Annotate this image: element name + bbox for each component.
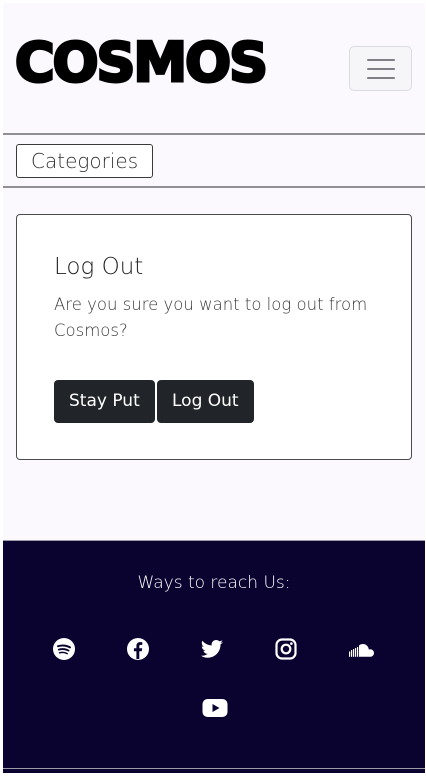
divider: [3, 768, 425, 769]
divider: [3, 186, 425, 188]
youtube-icon[interactable]: [202, 698, 228, 718]
menu-toggle-button[interactable]: [349, 46, 412, 91]
header: COSMOS: [3, 3, 425, 133]
categories-bar: Categories: [3, 135, 425, 187]
card-title: Log Out: [54, 254, 144, 280]
twitter-icon[interactable]: [200, 637, 224, 661]
card-message: Are you sure you want to log out from Co…: [54, 295, 368, 340]
soundcloud-icon[interactable]: [346, 637, 378, 661]
site-logo[interactable]: COSMOS: [14, 31, 270, 94]
logout-card: Log Out Are you sure you want to log out…: [16, 214, 412, 460]
page: COSMOS Categories Log Out Are you sure y…: [3, 3, 425, 773]
stay-put-button[interactable]: Stay Put: [54, 380, 155, 423]
spotify-icon[interactable]: [52, 637, 76, 661]
log-out-button[interactable]: Log Out: [157, 380, 254, 423]
instagram-icon[interactable]: [274, 637, 298, 661]
hamburger-icon: [366, 76, 395, 79]
facebook-icon[interactable]: [126, 637, 150, 661]
footer: Ways to reach Us:: [3, 540, 425, 773]
footer-title: Ways to reach Us:: [137, 573, 291, 593]
categories-button[interactable]: Categories: [16, 144, 154, 178]
hamburger-icon: [366, 58, 395, 61]
hamburger-icon: [366, 67, 395, 70]
